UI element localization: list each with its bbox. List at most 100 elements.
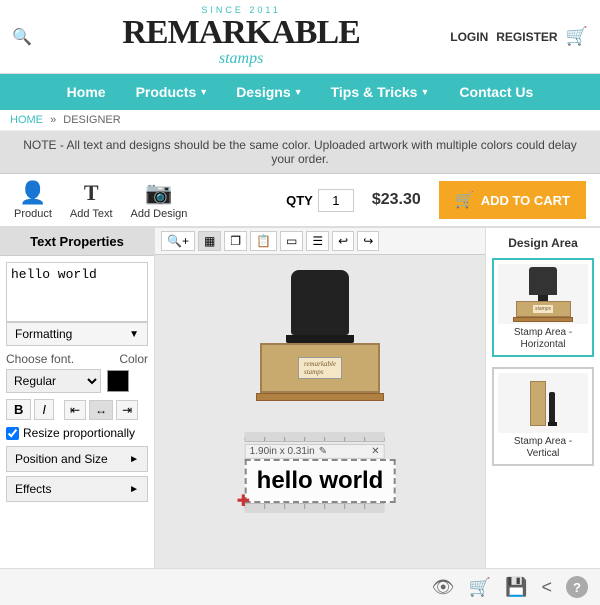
stamp-vertical-label: Stamp Area - Vertical <box>498 436 588 460</box>
stamp-illustration: remarkablestamps <box>256 270 384 401</box>
canvas-tool-paste[interactable]: 📋 <box>250 231 277 251</box>
text-input[interactable]: hello world <box>6 262 148 322</box>
resize-proportionally-checkbox[interactable] <box>6 427 19 440</box>
font-label: Choose font. <box>6 352 74 366</box>
add-text-icon: T <box>84 180 99 206</box>
font-select[interactable]: Regular <box>6 369 101 393</box>
dimensions-text: 1.90in x 0.31in <box>250 446 315 457</box>
canvas-content[interactable]: remarkablestamps 1.90in x 0.31in ✎ ✕ <box>155 255 485 568</box>
add-text-tool[interactable]: T Add Text <box>70 180 113 220</box>
logo-stamps: stamps <box>32 50 450 68</box>
product-icon: 👤 <box>19 180 46 206</box>
breadcrumb-current: DESIGNER <box>63 114 120 126</box>
nav-products[interactable]: Products ▼ <box>122 74 223 110</box>
nav-designs[interactable]: Designs ▼ <box>222 74 316 110</box>
top-ruler <box>245 432 385 442</box>
stamp-horizontal-thumb: stamps <box>498 264 588 324</box>
edit-dimensions-icon[interactable]: ✎ <box>319 446 327 457</box>
stamp-vertical-option[interactable]: Stamp Area - Vertical <box>492 367 594 466</box>
nav-tips[interactable]: Tips & Tricks ▼ <box>317 74 444 110</box>
help-icon[interactable]: ? <box>566 576 588 598</box>
text-selection-container[interactable]: 1.90in x 0.31in ✎ ✕ hello world ✚ <box>245 432 396 513</box>
nav-home[interactable]: Home <box>51 74 122 110</box>
preview-icon[interactable]: 👁 <box>432 577 455 598</box>
main-nav: Home Products ▼ Designs ▼ Tips & Tricks … <box>0 74 600 110</box>
formatting-label: Formatting <box>15 327 72 341</box>
product-label: Product <box>14 208 52 220</box>
align-right-button[interactable]: ⇥ <box>116 400 138 420</box>
dimensions-label: 1.90in x 0.31in ✎ ✕ <box>245 444 385 459</box>
save-icon[interactable]: 💾 <box>505 577 527 598</box>
align-center-button[interactable]: ↔ <box>89 400 113 420</box>
effects-button[interactable]: Effects ► <box>6 476 148 502</box>
breadcrumb: HOME » DESIGNER <box>0 110 600 131</box>
canvas-area: 🔍+ ▦ ❐ 📋 ▭ ☰ ↩ ↪ remarkablestamps <box>155 228 485 568</box>
canvas-tool-layers[interactable]: ☰ <box>306 231 329 251</box>
add-design-label: Add Design <box>131 208 188 220</box>
qty-section: QTY <box>286 189 354 212</box>
left-panel: Text Properties hello world Formatting ▼… <box>0 228 155 568</box>
selected-text: hello world <box>257 467 384 495</box>
position-size-label: Position and Size <box>15 452 108 466</box>
stamp-neck <box>286 335 354 343</box>
bold-button[interactable]: B <box>6 399 31 420</box>
header: 🔍 SINCE 2011 REMARKABLE stamps LOGIN REG… <box>0 0 600 74</box>
nav-contact[interactable]: Contact Us <box>443 74 549 110</box>
qty-input[interactable] <box>318 189 354 212</box>
notice-text: NOTE - All text and designs should be th… <box>23 138 577 166</box>
ruler-svg <box>245 432 385 442</box>
text-selection-box[interactable]: hello world ✚ <box>245 459 396 503</box>
add-to-cart-button[interactable]: 🛒 ADD TO CART <box>439 181 586 219</box>
cart-bottom-icon[interactable]: 🛒 <box>469 577 491 598</box>
panel-title: Text Properties <box>0 228 154 256</box>
add-design-icon: 📷 <box>145 180 172 206</box>
tips-dropdown-icon: ▼ <box>420 87 429 97</box>
canvas-tool-undo[interactable]: ↩ <box>332 231 354 251</box>
right-panel-title: Design Area <box>492 236 594 250</box>
bottom-ruler-svg <box>245 504 385 513</box>
right-panel: Design Area stamps Stamp Area - Horizont… <box>485 228 600 568</box>
add-design-tool[interactable]: 📷 Add Design <box>131 180 188 220</box>
register-link[interactable]: REGISTER <box>496 30 557 44</box>
notice-bar: NOTE - All text and designs should be th… <box>0 131 600 174</box>
resize-handle[interactable]: ✚ <box>237 491 250 511</box>
italic-button[interactable]: I <box>34 399 54 420</box>
stamp-body-label: remarkablestamps <box>298 357 342 379</box>
product-tool[interactable]: 👤 Product <box>14 180 52 220</box>
color-label: Color <box>119 352 148 366</box>
stamp-body: remarkablestamps <box>260 343 380 393</box>
align-left-button[interactable]: ⇤ <box>64 400 86 420</box>
canvas-tool-square[interactable]: ▭ <box>280 231 303 251</box>
formatting-button[interactable]: Formatting ▼ <box>6 322 148 346</box>
zoom-in-button[interactable]: 🔍+ <box>161 231 195 251</box>
stamp-horizontal-label: Stamp Area - Horizontal <box>498 327 588 351</box>
color-swatch[interactable] <box>107 370 129 392</box>
logo-text: REMARKABLE <box>32 16 450 50</box>
header-logo: SINCE 2011 REMARKABLE stamps <box>32 6 450 67</box>
stamp-vertical-thumb <box>498 373 588 433</box>
bottom-ruler <box>245 503 385 513</box>
italic-icon: I <box>42 402 46 417</box>
canvas-tool-redo[interactable]: ↪ <box>357 231 379 251</box>
login-link[interactable]: LOGIN <box>450 30 488 44</box>
stamp-handle <box>291 270 349 335</box>
products-dropdown-icon: ▼ <box>199 87 208 97</box>
stamp-base <box>256 393 384 401</box>
designs-dropdown-icon: ▼ <box>294 87 303 97</box>
search-icon[interactable]: 🔍 <box>12 27 32 47</box>
bold-icon: B <box>14 402 23 417</box>
stamp-horizontal-option[interactable]: stamps Stamp Area - Horizontal <box>492 258 594 357</box>
position-size-button[interactable]: Position and Size ► <box>6 446 148 472</box>
main-area: Text Properties hello world Formatting ▼… <box>0 228 600 568</box>
cart-icon[interactable]: 🛒 <box>566 26 588 47</box>
canvas-tool-grid[interactable]: ▦ <box>198 231 221 251</box>
bottom-bar: 👁 🛒 💾 < ? <box>0 568 600 605</box>
canvas-tool-copy[interactable]: ❐ <box>224 231 247 251</box>
close-selection-icon[interactable]: ✕ <box>371 446 379 457</box>
breadcrumb-home[interactable]: HOME <box>10 114 43 126</box>
add-to-cart-label: ADD TO CART <box>481 193 570 208</box>
effects-label: Effects <box>15 482 51 496</box>
qty-label: QTY <box>286 193 313 208</box>
cart-button-icon: 🛒 <box>455 190 475 210</box>
share-icon[interactable]: < <box>541 577 552 598</box>
